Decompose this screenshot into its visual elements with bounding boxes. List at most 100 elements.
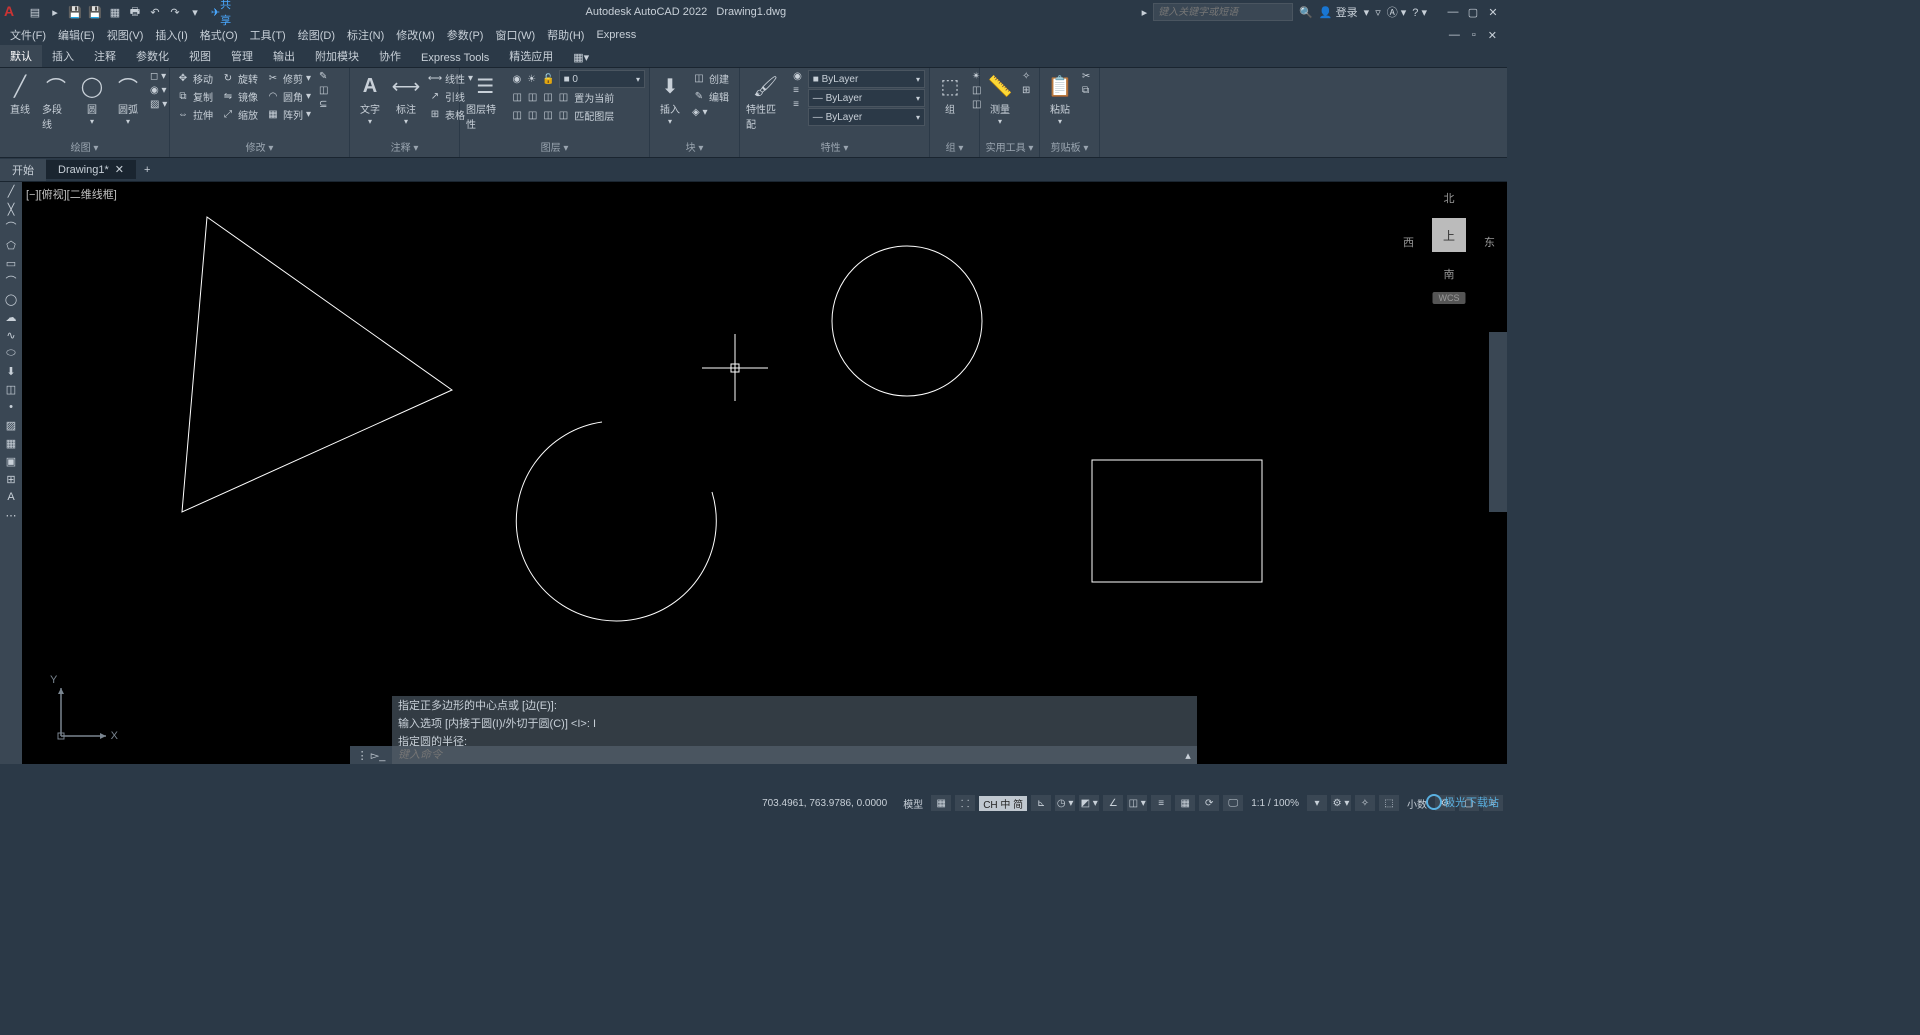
mdi-restore-button[interactable]: ▫ (1466, 29, 1482, 42)
tool-table-icon[interactable]: ⊞ (0, 470, 22, 488)
tool-block-icon[interactable]: ◫ (0, 380, 22, 398)
ribbon-tab-output[interactable]: 输出 (263, 45, 305, 67)
navigation-bar[interactable] (1489, 332, 1507, 512)
tool-ellipse-icon[interactable]: ⬭ (0, 344, 22, 362)
util-extra-1[interactable]: ✧ (1020, 70, 1032, 83)
modify-explode-icon[interactable]: ◫ (317, 84, 330, 97)
layer-state-icon-1[interactable]: ◉ (510, 73, 523, 86)
mirror-button[interactable]: ⇋镜像 (219, 88, 260, 105)
qat-share-icon[interactable]: ✈ 共享 (212, 3, 230, 21)
cmdline-recent-icon[interactable]: ▴ (1179, 749, 1197, 762)
tab-new-button[interactable]: + (136, 161, 158, 179)
layer-extra-8[interactable]: ◫ (557, 107, 570, 124)
status-lineweight-icon[interactable]: ≡ (1151, 795, 1171, 811)
move-button[interactable]: ✥移动 (174, 70, 215, 87)
util-extra-2[interactable]: ⊞ (1020, 84, 1032, 97)
qat-save-icon[interactable]: 💾 (66, 3, 84, 21)
help-icon[interactable]: ? ▾ (1412, 6, 1427, 19)
dim-button[interactable]: ⟷标注▾ (390, 70, 422, 128)
linetype-dropdown[interactable]: — ByLayer (808, 108, 925, 126)
ribbon-tab-parametric[interactable]: 参数化 (126, 45, 179, 67)
panel-label-annot[interactable]: 注释 ▾ (354, 138, 455, 155)
ribbon-tab-featured[interactable]: 精选应用 (499, 45, 563, 67)
app-switcher-icon[interactable]: ▿ (1375, 6, 1381, 19)
qat-new-icon[interactable]: ▤ (26, 3, 44, 21)
layer-state-icon-3[interactable]: 🔓 (540, 73, 556, 86)
blockedit-button[interactable]: ✎编辑 (690, 88, 731, 105)
tool-gradient-icon[interactable]: ▦ (0, 434, 22, 452)
makecurrent-button[interactable]: 置为当前 (572, 89, 616, 106)
status-otrack-icon[interactable]: ◫ ▾ (1127, 795, 1147, 811)
line-button[interactable]: ╱直线 (4, 70, 36, 118)
ribbon-tab-default[interactable]: 默认 (0, 45, 42, 67)
panel-label-group[interactable]: 组 ▾ (934, 138, 975, 155)
tool-arc-icon[interactable]: ⌒ (0, 272, 22, 290)
maximize-button[interactable]: ▢ (1463, 3, 1483, 21)
tab-start[interactable]: 开始 (0, 159, 46, 181)
viewcube-wcs[interactable]: WCS (1433, 292, 1466, 304)
layer-extra-6[interactable]: ◫ (526, 107, 539, 124)
panel-label-props[interactable]: 特性 ▾ (744, 138, 925, 155)
status-snap-icon[interactable]: ⸬ (955, 795, 975, 811)
minimize-button[interactable]: — (1443, 3, 1463, 21)
ribbon-tab-collaborate[interactable]: 协作 (369, 45, 411, 67)
menu-draw[interactable]: 绘图(D) (292, 27, 341, 43)
menu-edit[interactable]: 编辑(E) (52, 27, 101, 43)
status-polar-icon[interactable]: ◷ ▾ (1055, 795, 1075, 811)
measure-button[interactable]: 📏测量▾ (984, 70, 1016, 128)
clip-extra-2[interactable]: ⧉ (1080, 84, 1092, 97)
status-transparency-icon[interactable]: ▦ (1175, 795, 1195, 811)
drawing-canvas[interactable]: [−][俯视][二维线框] (22, 182, 1507, 764)
status-osnap-icon[interactable]: ∠ (1103, 795, 1123, 811)
status-model[interactable]: 模型 (899, 796, 927, 811)
qat-open-icon[interactable]: ▸ (46, 3, 64, 21)
color-dropdown[interactable]: ■ ByLayer (808, 70, 925, 88)
panel-label-block[interactable]: 块 ▾ (654, 138, 735, 155)
menu-insert[interactable]: 插入(I) (149, 27, 193, 43)
menu-window[interactable]: 窗口(W) (489, 27, 541, 43)
viewcube-south[interactable]: 南 (1444, 266, 1455, 282)
panel-label-util[interactable]: 实用工具 ▾ (984, 138, 1035, 155)
tool-insert-icon[interactable]: ⬇ (0, 362, 22, 380)
matchprops-button[interactable]: 🖌特性匹配 (744, 70, 787, 133)
command-input[interactable] (392, 749, 1179, 761)
panel-label-draw[interactable]: 绘图 ▾ (4, 138, 165, 155)
tool-polyline-icon[interactable]: ⌒ (0, 218, 22, 236)
infocenter-arrow-icon[interactable]: ▸ (1142, 6, 1148, 19)
tool-hatch-icon[interactable]: ▨ (0, 416, 22, 434)
layer-extra-4[interactable]: ◫ (557, 89, 570, 106)
colorwheel-icon[interactable]: ◉ (791, 70, 804, 83)
ribbon-tab-view[interactable]: 视图 (179, 45, 221, 67)
block-attr-icon[interactable]: ◈ ▾ (690, 106, 731, 119)
tool-circle-icon[interactable]: ◯ (0, 290, 22, 308)
status-zoom[interactable]: 1:1 / 100% (1247, 798, 1303, 809)
layer-state-icon-2[interactable]: ☀ (525, 73, 538, 86)
layer-extra-1[interactable]: ◫ (510, 89, 523, 106)
status-ime[interactable]: CH 中 简 (979, 796, 1027, 811)
tab-drawing1[interactable]: Drawing1*✕ (46, 160, 136, 179)
props-extra-icon[interactable]: ≡ (791, 84, 804, 97)
qat-saveas-icon[interactable]: 💾 (86, 3, 104, 21)
qat-plot-icon[interactable]: 🖶 (126, 3, 144, 21)
menu-file[interactable]: 文件(F) (4, 27, 52, 43)
close-button[interactable]: ✕ (1483, 3, 1503, 21)
viewcube-west[interactable]: 西 (1403, 234, 1414, 250)
array-button[interactable]: ▦阵列 ▾ (264, 106, 313, 123)
status-extra-2[interactable]: ⬚ (1379, 795, 1399, 811)
circle-button[interactable]: ◯圆▾ (76, 70, 108, 128)
mdi-minimize-button[interactable]: — (1443, 29, 1466, 42)
draw-small-1[interactable]: ◻ ▾ (148, 70, 169, 83)
tool-text-icon[interactable]: A (0, 488, 22, 506)
panel-label-clip[interactable]: 剪贴板 ▾ (1044, 138, 1095, 155)
viewcube-top[interactable]: 上 (1432, 218, 1466, 252)
menu-format[interactable]: 格式(O) (194, 27, 244, 43)
status-extra-1[interactable]: ✧ (1355, 795, 1375, 811)
layer-extra-5[interactable]: ◫ (510, 107, 523, 124)
status-grid-icon[interactable]: ▦ (931, 795, 951, 811)
layer-extra-2[interactable]: ◫ (526, 89, 539, 106)
status-isodraft-icon[interactable]: ◩ ▾ (1079, 795, 1099, 811)
status-ortho-icon[interactable]: ⊾ (1031, 795, 1051, 811)
draw-small-3[interactable]: ▨ ▾ (148, 98, 169, 111)
stretch-button[interactable]: ⇔拉伸 (174, 106, 215, 123)
matchlayer-button[interactable]: 匹配图层 (572, 107, 616, 124)
